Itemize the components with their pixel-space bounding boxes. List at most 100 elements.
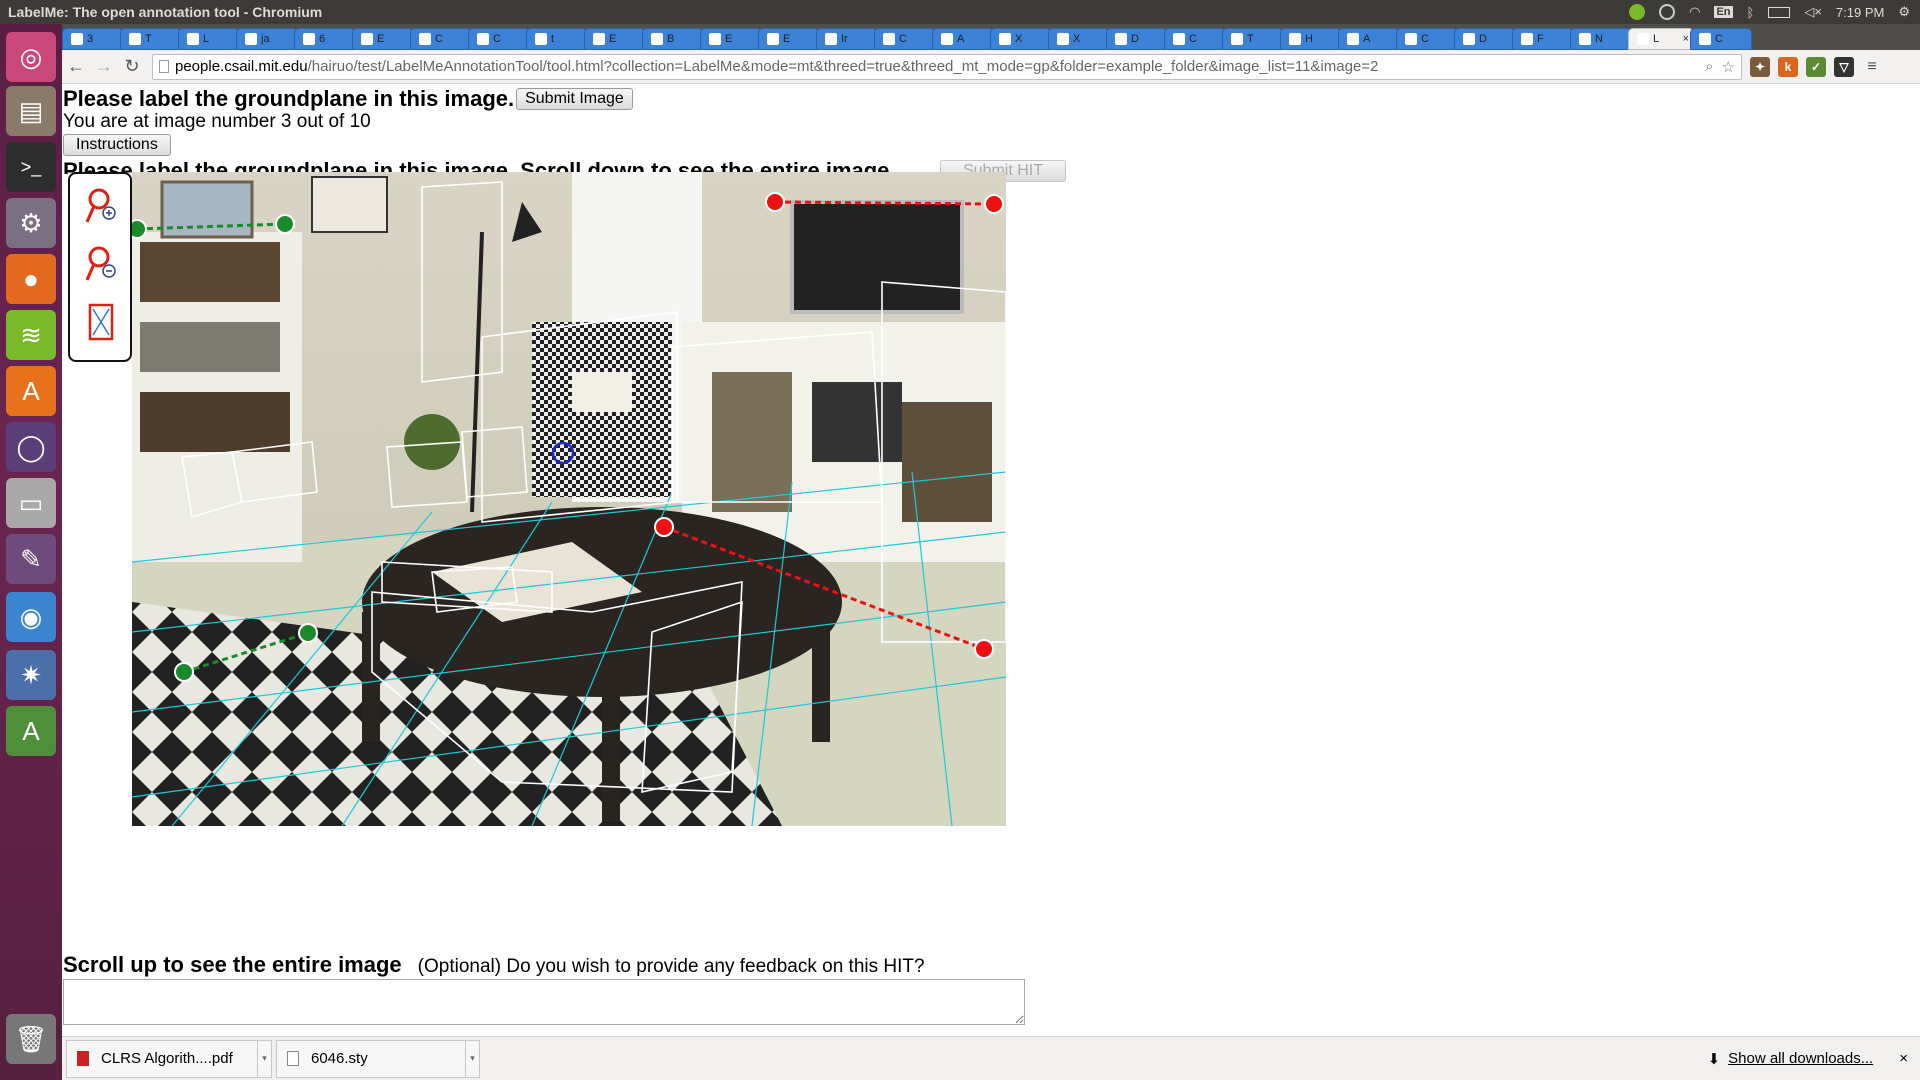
tab-label: C: [493, 33, 501, 45]
tab-label: A: [957, 33, 965, 45]
extension-k-icon[interactable]: k: [1778, 56, 1798, 77]
volume-icon[interactable]: ◁×: [1804, 4, 1822, 20]
tab-favicon-icon: [129, 33, 141, 45]
tab-label: L: [203, 33, 210, 45]
terminal-icon[interactable]: >_: [6, 142, 56, 192]
tab-close-icon[interactable]: ×: [1683, 33, 1689, 45]
control-point-green: [298, 623, 318, 643]
pocket-icon[interactable]: ▽: [1834, 56, 1854, 77]
tab-label: H: [1305, 33, 1313, 45]
ubuntu-dash-icon[interactable]: ◎: [6, 32, 56, 82]
instructions-button[interactable]: Instructions: [63, 134, 171, 156]
browser-tab[interactable]: C: [410, 28, 472, 50]
system-settings-icon[interactable]: ⚙: [6, 198, 56, 248]
browser-tab[interactable]: C: [1164, 28, 1226, 50]
browser-tab[interactable]: T: [1222, 28, 1284, 50]
annotation-canvas[interactable]: [132, 172, 1006, 826]
files-icon[interactable]: ▤: [6, 86, 56, 136]
browser-tab[interactable]: F: [1512, 28, 1574, 50]
shotwell-icon[interactable]: ✷: [6, 650, 56, 700]
software-center-icon[interactable]: A: [6, 366, 56, 416]
feedback-textarea[interactable]: [63, 979, 1025, 1025]
progress-text: You are at image number 3 out of 10: [63, 111, 371, 132]
browser-tab[interactable]: 6: [294, 28, 356, 50]
browser-tab[interactable]: A: [932, 28, 994, 50]
browser-tab[interactable]: t: [526, 28, 588, 50]
spotify-tray-icon[interactable]: [1629, 4, 1646, 20]
browser-tab[interactable]: 3: [62, 28, 124, 50]
tab-label: ja: [261, 33, 270, 45]
tab-label: F: [1537, 33, 1544, 45]
address-bar[interactable]: people.csail.mit.edu/hairuo/test/LabelMe…: [152, 53, 1742, 80]
bluetooth-icon[interactable]: ᛒ: [1747, 5, 1755, 20]
menu-icon[interactable]: ≡: [1862, 57, 1882, 77]
tab-favicon-icon: [883, 33, 895, 45]
gear-icon[interactable]: ⚙: [1898, 4, 1910, 20]
browser-tab[interactable]: A: [1338, 28, 1400, 50]
browser-tab[interactable]: D: [1106, 28, 1168, 50]
chevron-down-icon[interactable]: ▾: [465, 1040, 479, 1077]
clock[interactable]: 7:19 PM: [1836, 5, 1884, 20]
tab-label: X: [1015, 33, 1023, 45]
editor-icon[interactable]: ✎: [6, 534, 56, 584]
trash-icon[interactable]: 🗑: [6, 1014, 56, 1064]
browser-tab[interactable]: E: [584, 28, 646, 50]
tab-label: E: [377, 33, 385, 45]
submit-image-button[interactable]: Submit Image: [516, 88, 633, 110]
zoom-out-icon[interactable]: [84, 244, 118, 284]
browser-tab[interactable]: E: [700, 28, 762, 50]
browser-tab[interactable]: D: [1454, 28, 1516, 50]
tab-favicon-icon: [1289, 33, 1301, 45]
extension-green-icon[interactable]: ✓: [1806, 56, 1826, 77]
update-manager-icon[interactable]: A: [6, 706, 56, 756]
sync-icon[interactable]: [1659, 4, 1676, 20]
browser-tab[interactable]: C: [874, 28, 936, 50]
download-arrow-icon: ⬇: [1707, 1050, 1721, 1068]
tab-label: D: [1479, 33, 1487, 45]
browser-tab[interactable]: L: [178, 28, 240, 50]
browser-tab[interactable]: L ×: [1628, 28, 1694, 50]
browser-tab[interactable]: Ir: [816, 28, 878, 50]
show-all-downloads-link[interactable]: Show all downloads...: [1728, 1050, 1873, 1067]
back-button[interactable]: ←: [62, 56, 90, 77]
browser-tab[interactable]: C: [1396, 28, 1458, 50]
tab-favicon-icon: [1699, 33, 1711, 45]
firefox-icon[interactable]: ●: [6, 254, 56, 304]
browser-tab[interactable]: E: [352, 28, 414, 50]
close-icon[interactable]: ×: [1899, 1050, 1908, 1067]
chromium-icon[interactable]: ◉: [6, 592, 56, 642]
tab-favicon-icon: [477, 33, 489, 45]
tab-favicon-icon: [767, 33, 779, 45]
browser-tab[interactable]: X: [990, 28, 1052, 50]
spotify-icon[interactable]: ≋: [6, 310, 56, 360]
browser-tab[interactable]: N: [1570, 28, 1632, 50]
tab-label: C: [1189, 33, 1197, 45]
wifi-icon[interactable]: ◠: [1689, 4, 1700, 20]
tab-favicon-icon: [1521, 33, 1533, 45]
download-item[interactable]: CLRS Algorith....pdf ▾: [66, 1039, 272, 1078]
forward-button[interactable]: →: [90, 56, 118, 77]
fit-image-icon[interactable]: [84, 302, 118, 342]
browser-tab[interactable]: H: [1280, 28, 1342, 50]
zoom-in-icon[interactable]: [84, 186, 118, 226]
reload-button[interactable]: ↻: [118, 56, 146, 77]
bookmark-star-icon[interactable]: ☆: [1722, 58, 1735, 76]
disk-icon[interactable]: ▭: [6, 478, 56, 528]
page-icon: [159, 60, 169, 73]
chevron-down-icon[interactable]: ▾: [257, 1040, 271, 1077]
browser-tab[interactable]: B: [642, 28, 704, 50]
browser-tab[interactable]: C: [1690, 28, 1752, 50]
extension-puzzle-icon[interactable]: ✦: [1750, 56, 1770, 77]
browser-tab[interactable]: C: [468, 28, 530, 50]
browser-tab[interactable]: X: [1048, 28, 1110, 50]
unity-lens-icon[interactable]: ◯: [6, 422, 56, 472]
download-item[interactable]: 6046.sty ▾: [276, 1039, 480, 1078]
browser-tab[interactable]: E: [758, 28, 820, 50]
battery-icon[interactable]: [1768, 6, 1791, 18]
keyboard-layout[interactable]: En: [1714, 6, 1733, 18]
tab-favicon-icon: [1463, 33, 1475, 45]
browser-tab[interactable]: ja: [236, 28, 298, 50]
browser-tab[interactable]: T: [120, 28, 182, 50]
zoom-icon[interactable]: ⌕: [1705, 58, 1713, 76]
tab-strip: 3 T Lja 6 E C Ct E B E E Ir C A X X D C T H A C D F N L × C: [62, 24, 1920, 50]
